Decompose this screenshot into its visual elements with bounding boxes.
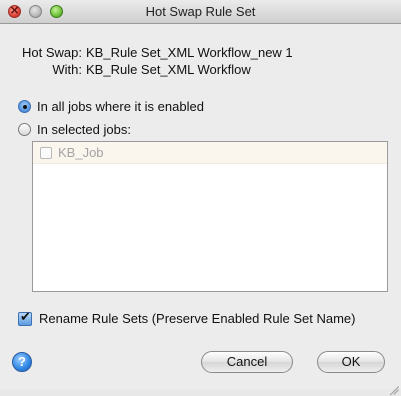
selected-jobs-label: In selected jobs: — [37, 122, 131, 137]
selected-jobs-radio[interactable] — [18, 123, 31, 136]
rename-label: Rename Rule Sets (Preserve Enabled Rule … — [39, 311, 356, 326]
cancel-button[interactable]: Cancel — [201, 351, 293, 373]
hot-swap-value: KB_Rule Set_XML Workflow_new 1 — [86, 45, 293, 60]
all-jobs-option[interactable]: In all jobs where it is enabled — [18, 99, 204, 114]
ok-button[interactable]: OK — [317, 351, 385, 373]
with-value: KB_Rule Set_XML Workflow — [86, 62, 251, 77]
job-label: KB_Job — [58, 145, 104, 160]
with-label: With: — [52, 62, 82, 77]
help-icon[interactable]: ? — [12, 352, 32, 372]
all-jobs-label: In all jobs where it is enabled — [37, 99, 204, 114]
rename-checkbox[interactable] — [18, 310, 32, 326]
window-title: Hot Swap Rule Set — [145, 4, 256, 19]
all-jobs-radio[interactable] — [18, 100, 31, 113]
rename-option[interactable]: Rename Rule Sets (Preserve Enabled Rule … — [18, 310, 356, 326]
job-checkbox — [40, 146, 52, 159]
title-bar[interactable]: Hot Swap Rule Set — [0, 0, 401, 24]
selected-jobs-option[interactable]: In selected jobs: — [18, 122, 131, 137]
jobs-list[interactable]: KB_Job — [32, 141, 388, 292]
hot-swap-dialog: Hot Swap Rule Set Hot Swap: KB_Rule Set_… — [0, 0, 401, 389]
resize-grip-icon[interactable] — [389, 377, 399, 387]
swap-info: Hot Swap: KB_Rule Set_XML Workflow_new 1… — [11, 44, 293, 78]
list-item: KB_Job — [33, 142, 387, 164]
hot-swap-label: Hot Swap: — [22, 45, 82, 60]
